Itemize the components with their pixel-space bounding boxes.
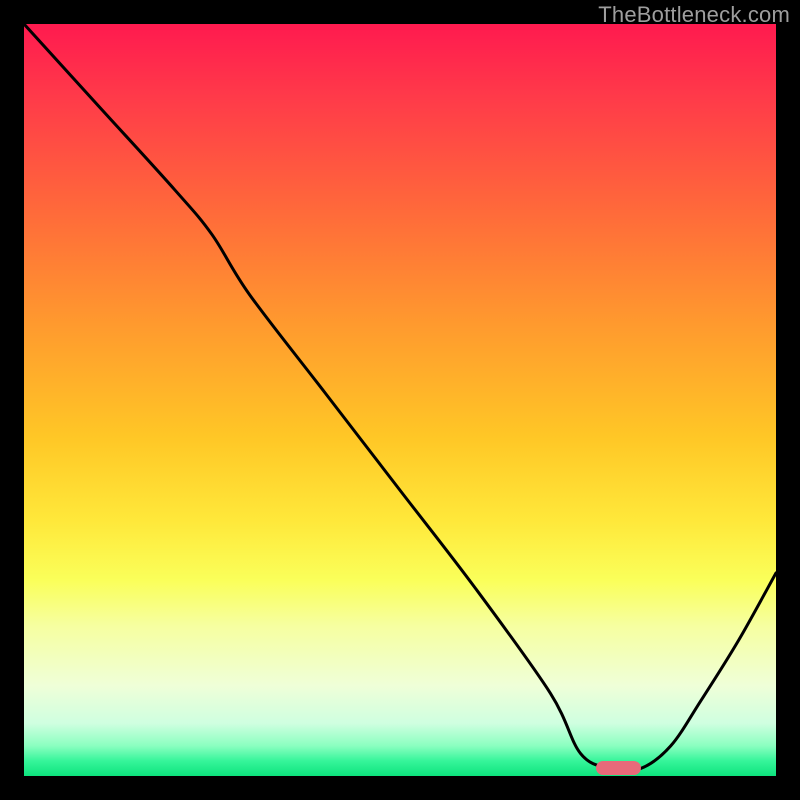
bottleneck-curve — [24, 24, 776, 776]
chart-area — [24, 24, 776, 776]
frame: TheBottleneck.com — [0, 0, 800, 800]
optimal-marker — [596, 761, 641, 775]
